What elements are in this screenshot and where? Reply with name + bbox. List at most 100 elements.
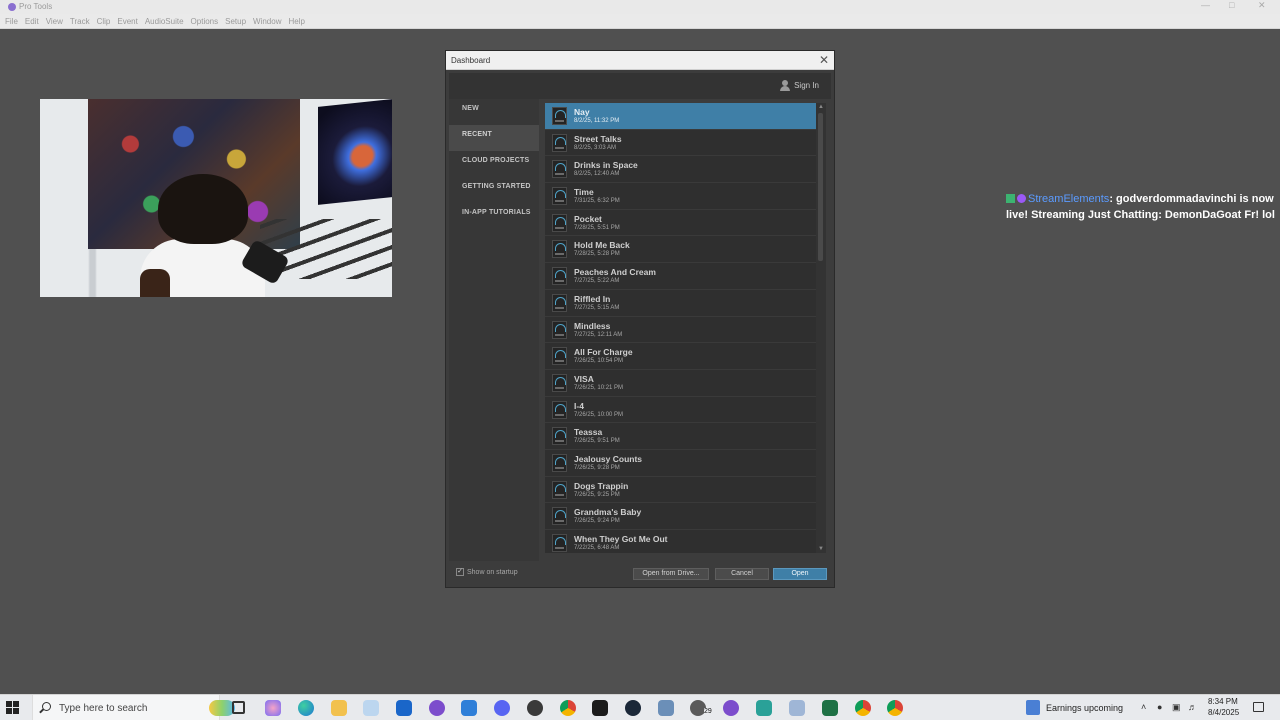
discord-icon[interactable] [494, 700, 510, 716]
session-name: Peaches And Cream [574, 267, 656, 278]
session-file-icon [552, 320, 567, 339]
menu-help[interactable]: Help [288, 14, 308, 28]
menu-view[interactable]: View [46, 14, 67, 28]
sign-in-button[interactable]: Sign In [780, 80, 819, 91]
chrome-icon[interactable] [560, 700, 576, 716]
app-icon[interactable] [658, 700, 674, 716]
earnings-widget[interactable]: Earnings upcoming [1026, 700, 1123, 715]
app-icon-3[interactable] [789, 700, 805, 716]
clock-date[interactable]: 8/4/2025 [1208, 708, 1239, 717]
nav-getting-started[interactable]: GETTING STARTED [449, 177, 539, 203]
session-date: 8/2/25, 12:40 AM [574, 171, 620, 178]
cancel-button[interactable]: Cancel [715, 568, 769, 580]
scroll-down-icon[interactable]: ▼ [817, 545, 825, 553]
session-file-icon [552, 240, 567, 259]
notification-center-icon[interactable] [1253, 702, 1264, 712]
session-date: 7/27/25, 5:15 AM [574, 304, 620, 311]
session-row[interactable]: All For Charge 7/26/25, 10:54 PM [545, 343, 826, 370]
photos-icon[interactable] [363, 700, 379, 716]
clock-time[interactable]: 8:34 PM [1208, 697, 1238, 706]
task-view-icon[interactable] [232, 701, 245, 714]
chrome-icon-3[interactable] [887, 700, 903, 716]
session-file-icon [552, 187, 567, 206]
media-player-icon[interactable] [527, 700, 543, 716]
open-button[interactable]: Open [773, 568, 827, 580]
scroll-up-icon[interactable]: ▲ [817, 103, 825, 111]
nav-cloud-projects[interactable]: CLOUD PROJECTS [449, 151, 539, 177]
open-from-drive-button[interactable]: Open from Drive... [633, 568, 709, 580]
edge-icon[interactable] [298, 700, 314, 716]
webcam-feed [40, 99, 392, 297]
session-row[interactable]: Street Talks 8/2/25, 3:03 AM [545, 130, 826, 157]
session-row[interactable]: Pocket 7/28/25, 5:51 PM [545, 210, 826, 237]
session-file-icon [552, 480, 567, 499]
search-icon [42, 702, 51, 711]
minimize-icon[interactable]: — [1201, 0, 1210, 10]
nav-recent[interactable]: RECENT [449, 125, 539, 151]
copilot-icon[interactable] [265, 700, 281, 716]
menu-window[interactable]: Window [253, 14, 285, 28]
close-icon[interactable]: ✕ [1258, 0, 1266, 11]
chevron-up-icon[interactable]: ˄ [1141, 702, 1146, 712]
menu-track[interactable]: Track [70, 14, 94, 28]
microphone-icon[interactable]: ● [1157, 702, 1162, 712]
store-icon[interactable] [461, 700, 477, 716]
chrome-icon-2[interactable] [855, 700, 871, 716]
session-row[interactable]: Grandma's Baby 7/26/25, 9:24 PM [545, 503, 826, 530]
menu-clip[interactable]: Clip [97, 14, 115, 28]
scroll-thumb[interactable] [818, 113, 823, 261]
pro-tools-taskbar-icon[interactable] [429, 700, 445, 716]
outlook-icon[interactable] [396, 700, 412, 716]
network-icon[interactable]: ▣ [1172, 702, 1181, 713]
start-icon-tile [6, 708, 12, 714]
menu-audiosuite[interactable]: AudioSuite [145, 14, 188, 28]
pro-tools-icon-2[interactable] [723, 700, 739, 716]
session-row[interactable]: Peaches And Cream 7/27/25, 5:22 AM [545, 263, 826, 290]
nav-new[interactable]: NEW [449, 99, 539, 125]
show-on-startup-checkbox[interactable]: ✓ [456, 568, 464, 576]
session-name: All For Charge [574, 347, 633, 358]
dialog-title: Dashboard [451, 56, 491, 65]
menu-options[interactable]: Options [191, 14, 223, 28]
session-row[interactable]: Nay 8/2/25, 11:32 PM [545, 103, 826, 130]
maximize-icon[interactable]: □ [1229, 0, 1234, 10]
session-file-icon [552, 293, 567, 312]
adobe-icon[interactable] [592, 700, 608, 716]
excel-icon[interactable] [822, 700, 838, 716]
session-row[interactable]: Time 7/31/25, 6:32 PM [545, 183, 826, 210]
steam-icon[interactable] [625, 700, 641, 716]
session-name: Grandma's Baby [574, 507, 642, 518]
nav-in-app-tutorials[interactable]: IN-APP TUTORIALS [449, 203, 539, 229]
session-row[interactable]: Drinks in Space 8/2/25, 12:40 AM [545, 156, 826, 184]
session-row[interactable]: When They Got Me Out 7/22/25, 6:48 AM [545, 530, 826, 553]
session-date: 7/26/25, 9:25 PM [574, 491, 620, 498]
session-row[interactable]: Teassa 7/26/25, 9:51 PM [545, 423, 826, 450]
session-file-icon [552, 267, 567, 286]
dialog-close-icon[interactable]: ✕ [819, 53, 829, 67]
session-row[interactable]: Jealousy Counts 7/26/25, 9:28 PM [545, 450, 826, 477]
windows-start-icon[interactable] [6, 701, 20, 715]
session-file-icon [552, 534, 567, 552]
session-row[interactable]: Riffled In 7/27/25, 5:15 AM [545, 290, 826, 317]
volume-icon[interactable]: ♬ [1188, 702, 1197, 712]
sign-in-label: Sign In [794, 81, 819, 90]
menu-file[interactable]: File [5, 14, 22, 28]
session-name: Street Talks [574, 133, 622, 144]
session-name: Drinks in Space [574, 160, 638, 171]
session-row[interactable]: Mindless 7/27/25, 12:11 AM [545, 317, 826, 344]
session-row[interactable]: VISA 7/26/25, 10:21 PM [545, 370, 826, 397]
pro-tools-icon [8, 3, 16, 11]
session-row[interactable]: I-4 7/26/25, 10:00 PM [545, 397, 826, 424]
earnings-icon [1026, 700, 1040, 715]
session-row[interactable]: Dogs Trappin 7/26/25, 9:25 PM [545, 477, 826, 504]
dialog-footer: ✓ Show on startup Open from Drive... Can… [449, 561, 831, 585]
taskbar-search-box[interactable]: Type here to search [32, 695, 235, 720]
session-date: 7/22/25, 6:48 AM [574, 545, 620, 551]
file-explorer-icon[interactable] [331, 700, 347, 716]
session-row[interactable]: Hold Me Back 7/28/25, 5:28 PM [545, 236, 826, 264]
sessions-scrollbar[interactable]: ▲ ▼ [816, 103, 826, 553]
menu-event[interactable]: Event [117, 14, 141, 28]
menu-edit[interactable]: Edit [25, 14, 43, 28]
menu-setup[interactable]: Setup [225, 14, 250, 28]
app-icon-2[interactable] [756, 700, 772, 716]
